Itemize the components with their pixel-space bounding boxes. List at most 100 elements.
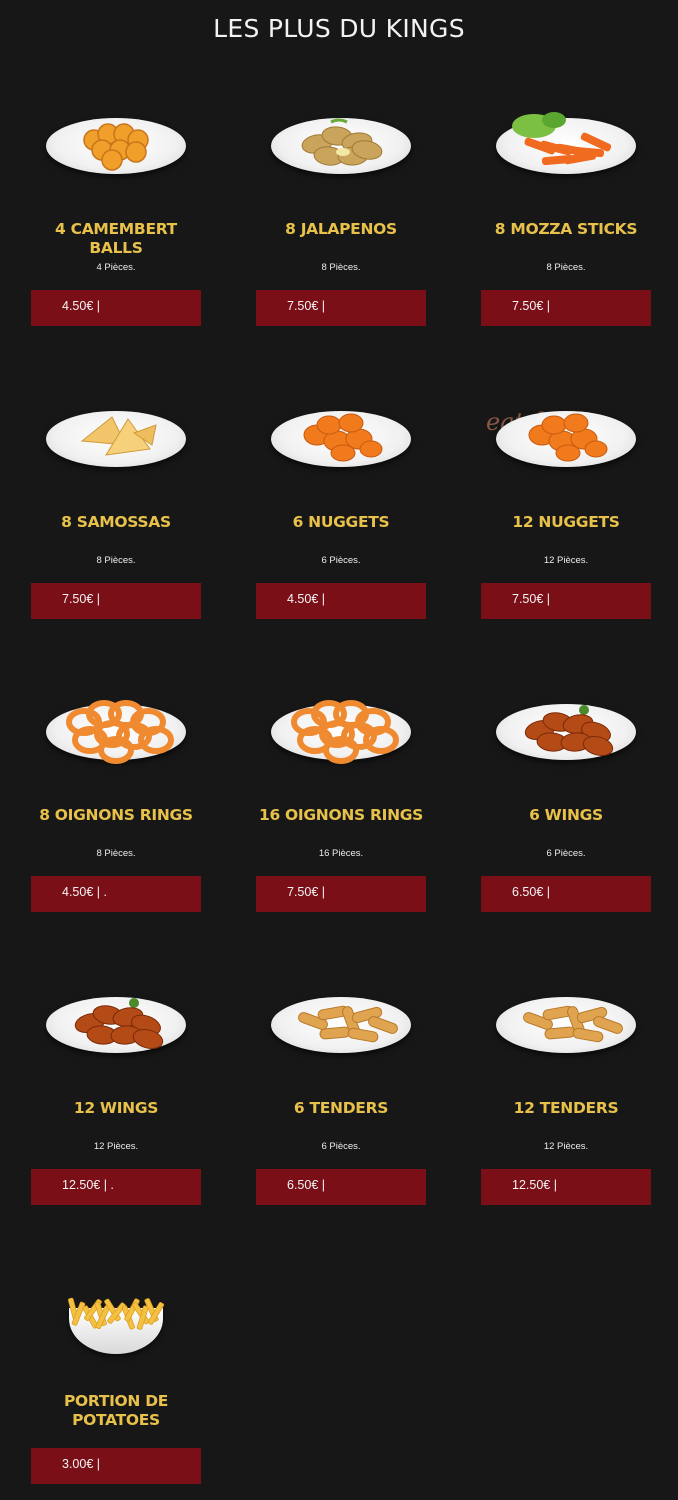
menu-item[interactable]: 8 OIGNONS RINGS 8 Pièces. 4.50€ | . — [31, 696, 201, 912]
food-image — [31, 696, 201, 778]
menu-item[interactable]: 6 WINGS 6 Pièces. 6.50€ | — [481, 696, 651, 912]
food-image — [256, 989, 426, 1071]
item-name: 12 WINGS — [73, 1099, 159, 1117]
nuggets-image — [528, 413, 608, 462]
item-pieces: 8 Pièces. — [96, 848, 136, 859]
menu-item[interactable]: 8 MOZZA STICKS 8 Pièces. 7.50€ | — [481, 110, 651, 326]
item-name: 8 MOZZA STICKS — [494, 220, 638, 238]
item-name: 6 WINGS — [529, 806, 603, 824]
plate-image — [271, 411, 411, 467]
item-price: 7.50€ | — [62, 592, 101, 606]
item-price: 12.50€ | — [512, 1178, 557, 1192]
menu-item[interactable]: PORTION DE POTATOES 3.00€ | — [31, 1282, 201, 1484]
plate-image — [46, 700, 186, 764]
food-image — [31, 1282, 201, 1364]
item-price: 7.50€ | — [287, 885, 326, 899]
item-price: 6.50€ | — [512, 885, 551, 899]
food-image — [256, 696, 426, 778]
menu-item[interactable]: 12 TENDERS 12 Pièces. 12.50€ | — [481, 989, 651, 1205]
item-price: 7.50€ | — [512, 592, 551, 606]
item-pieces: 8 Pièces. — [546, 262, 586, 273]
balls-image — [83, 123, 149, 171]
menu-item[interactable]: 4 CAMEMBERT BALLS 4 Pièces. 4.50€ | — [31, 110, 201, 326]
price-bar[interactable]: 12.50€ | — [481, 1169, 651, 1205]
plate-image — [271, 997, 411, 1053]
food-image — [481, 696, 651, 778]
jalapenos-image — [301, 118, 383, 166]
item-price: 7.50€ | — [512, 299, 551, 313]
price-bar[interactable]: 7.50€ | — [481, 290, 651, 326]
item-name: 12 TENDERS — [513, 1099, 619, 1117]
food-image — [31, 110, 201, 192]
item-pieces: 8 Pièces. — [96, 555, 136, 566]
price-bar[interactable]: 12.50€ | . — [31, 1169, 201, 1205]
item-name: 8 JALAPENOS — [285, 220, 397, 238]
item-name: 12 NUGGETS — [512, 513, 620, 531]
item-pieces: 4 Pièces. — [96, 262, 136, 273]
food-image — [481, 989, 651, 1071]
price-bar[interactable]: 4.50€ | — [256, 583, 426, 619]
plate-image — [46, 997, 186, 1053]
samosas-image — [80, 416, 157, 456]
rings-image — [291, 700, 399, 764]
item-name: 8 SAMOSSAS — [61, 513, 171, 531]
wings-image — [74, 998, 164, 1050]
menu-item[interactable]: 16 OIGNONS RINGS 16 Pièces. 7.50€ | — [256, 696, 426, 912]
price-bar[interactable]: 6.50€ | — [256, 1169, 426, 1205]
tenders-image — [523, 1005, 623, 1043]
food-image — [31, 989, 201, 1071]
item-name: 4 CAMEMBERT BALLS — [55, 220, 177, 257]
item-name: 6 TENDERS — [293, 1099, 389, 1117]
menu-item[interactable]: 6 NUGGETS 6 Pièces. 4.50€ | — [256, 403, 426, 619]
item-pieces: 12 Pièces. — [543, 555, 589, 566]
item-name: 16 OIGNONS RINGS — [258, 806, 424, 824]
plate-image — [496, 704, 636, 760]
plate-image — [271, 700, 411, 764]
price-bar[interactable]: 7.50€ | — [481, 583, 651, 619]
menu-item[interactable]: 8 SAMOSSAS 8 Pièces. 7.50€ | — [31, 403, 201, 619]
item-name: 8 OIGNONS RINGS — [39, 806, 193, 824]
price-bar[interactable]: 4.50€ | . — [31, 876, 201, 912]
item-pieces: 6 Pièces. — [321, 555, 361, 566]
item-pieces: 12 Pièces. — [543, 1141, 589, 1152]
price-bar[interactable]: 7.50€ | — [256, 876, 426, 912]
plate-image — [46, 118, 186, 174]
item-price: 4.50€ | — [62, 299, 101, 313]
menu-item[interactable]: 12 NUGGETS 12 Pièces. 7.50€ | — [481, 403, 651, 619]
item-price: 7.50€ | — [287, 299, 326, 313]
food-image — [481, 110, 651, 192]
item-pieces — [31, 1433, 201, 1447]
plate-image — [46, 411, 186, 467]
food-image — [256, 110, 426, 192]
food-image — [256, 403, 426, 485]
item-price: 4.50€ | — [287, 592, 326, 606]
plate-image — [271, 118, 411, 174]
menu-item[interactable]: 8 JALAPENOS 8 Pièces. 7.50€ | — [256, 110, 426, 326]
food-image — [481, 403, 651, 485]
menu-item[interactable]: 12 WINGS 12 Pièces. 12.50€ | . — [31, 989, 201, 1205]
item-pieces: 6 Pièces. — [321, 1141, 361, 1152]
item-pieces: 8 Pièces. — [321, 262, 361, 273]
food-image — [31, 403, 201, 485]
price-bar[interactable]: 3.00€ | — [31, 1448, 201, 1484]
item-price: 12.50€ | . — [62, 1178, 114, 1192]
page-title: LES PLUS DU KINGS — [213, 14, 465, 43]
wings-image — [524, 705, 614, 757]
menu-item[interactable]: 6 TENDERS 6 Pièces. 6.50€ | — [256, 989, 426, 1205]
sticks-image — [512, 112, 612, 166]
price-bar[interactable]: 6.50€ | — [481, 876, 651, 912]
item-pieces: 16 Pièces. — [318, 848, 364, 859]
plate-image — [496, 997, 636, 1053]
price-bar[interactable]: 7.50€ | — [31, 583, 201, 619]
item-name: PORTION DE POTATOES — [63, 1392, 169, 1429]
item-price: 6.50€ | — [287, 1178, 326, 1192]
item-pieces: 12 Pièces. — [93, 1141, 139, 1152]
price-bar[interactable]: 7.50€ | — [256, 290, 426, 326]
tenders-image — [298, 1005, 398, 1043]
plate-image — [496, 112, 636, 174]
item-price: 4.50€ | . — [62, 885, 107, 899]
plate-image — [496, 411, 636, 467]
item-name: 6 NUGGETS — [292, 513, 390, 531]
nuggets-image — [303, 413, 383, 462]
price-bar[interactable]: 4.50€ | — [31, 290, 201, 326]
